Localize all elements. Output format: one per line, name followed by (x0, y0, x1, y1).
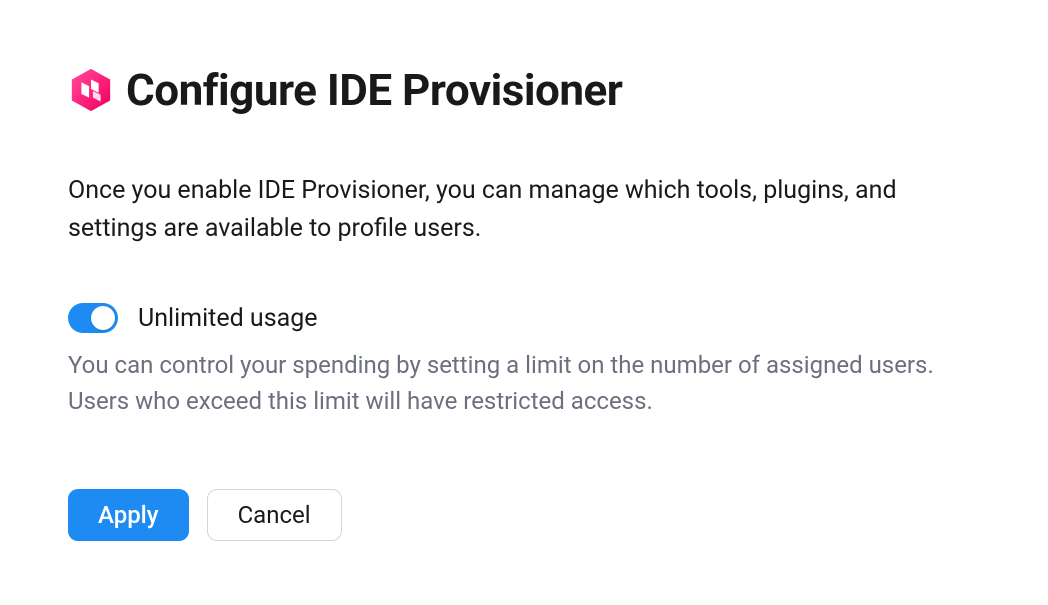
unlimited-usage-help: You can control your spending by setting… (68, 347, 980, 419)
toggle-knob (91, 306, 115, 330)
dialog-title: Configure IDE Provisioner (126, 64, 622, 116)
toolbox-icon (68, 67, 114, 113)
dialog-footer: Apply Cancel (68, 489, 980, 541)
dialog-description: Once you enable IDE Provisioner, you can… (68, 172, 980, 247)
unlimited-usage-toggle[interactable] (68, 303, 118, 333)
apply-button[interactable]: Apply (68, 489, 189, 541)
unlimited-usage-label: Unlimited usage (138, 304, 318, 333)
configure-ide-provisioner-dialog: Configure IDE Provisioner Once you enabl… (0, 0, 1048, 605)
cancel-button[interactable]: Cancel (207, 489, 342, 541)
dialog-header: Configure IDE Provisioner (68, 64, 980, 116)
unlimited-usage-row: Unlimited usage (68, 303, 980, 333)
